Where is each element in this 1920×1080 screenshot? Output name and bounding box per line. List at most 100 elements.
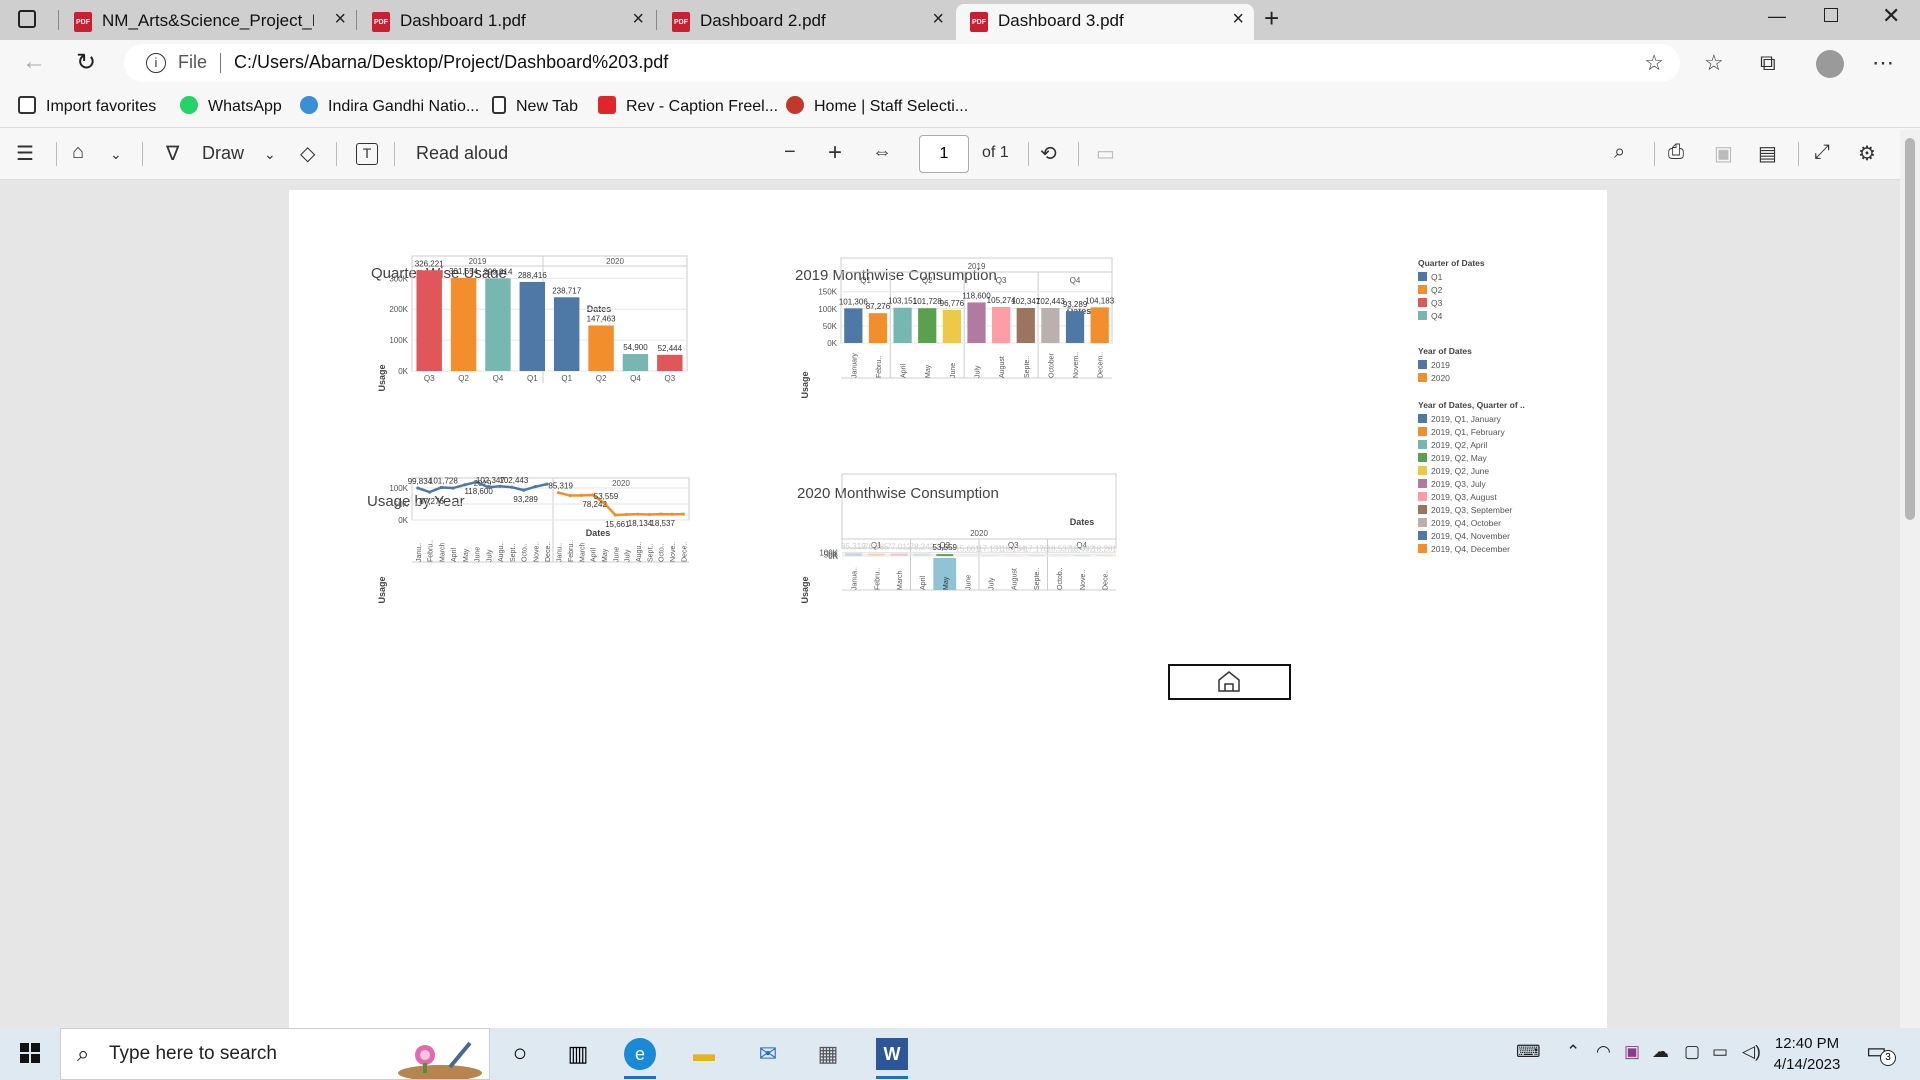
tab-dashboard-2[interactable]: PDF Dashboard 2.pdf × (658, 4, 954, 40)
legend-swatch (1418, 285, 1427, 294)
y-tick-label: 150K (818, 288, 837, 297)
home-button-frame[interactable] (1168, 664, 1291, 700)
close-icon[interactable]: × (932, 8, 944, 31)
highlight-icon[interactable]: ⌂ (72, 141, 84, 164)
favorite-label: Home | Staff Selecti... (814, 98, 969, 115)
tab-nm-arts-science[interactable]: PDF NM_Arts&Science_Project_Docur × (60, 4, 356, 40)
favorite-rev[interactable]: Rev - Caption Freel... (598, 96, 778, 116)
rotate-icon[interactable]: ⟲ (1040, 141, 1057, 166)
favorite-new-tab[interactable]: New Tab (492, 96, 578, 116)
save-icon[interactable]: ▣ (1714, 141, 1733, 166)
fullscreen-icon[interactable]: ⤢ (1814, 141, 1830, 164)
info-icon[interactable]: i (146, 53, 166, 73)
draw-button[interactable]: Draw (202, 143, 244, 164)
calculator-icon[interactable]: ▦ (812, 1038, 844, 1070)
close-icon[interactable]: × (334, 8, 346, 31)
new-tab-icon[interactable]: + (1264, 3, 1279, 34)
meet-now-icon[interactable]: ▢ (1684, 1042, 1700, 1062)
scrollbar-thumb[interactable] (1905, 138, 1915, 520)
task-view-icon[interactable]: ▥ (562, 1038, 594, 1070)
favorites-icon[interactable]: ☆ (1704, 50, 1724, 76)
y-tick-label: 200K (389, 305, 408, 314)
search-icon[interactable]: ⌕ (1614, 141, 1625, 164)
refresh-icon[interactable]: ↻ (76, 48, 96, 77)
y-tick-label: 50K (394, 500, 409, 509)
save-as-icon[interactable]: ▤ (1758, 141, 1777, 166)
x-tick-label: Augu.. (636, 542, 643, 562)
page-view-icon[interactable]: ▭ (1096, 141, 1115, 166)
group-label: 2019 (469, 257, 487, 266)
minimize-icon[interactable]: — (1768, 6, 1786, 27)
pdf-icon: PDF (672, 12, 690, 32)
file-explorer-icon[interactable]: ▬ (688, 1038, 720, 1070)
battery-icon[interactable]: ▭ (1712, 1042, 1728, 1062)
print-icon[interactable]: ⎙ (1668, 141, 1684, 164)
avatar[interactable] (1816, 50, 1844, 78)
onenote-icon[interactable]: ▣ (1624, 1042, 1640, 1062)
url-text[interactable]: C:/Users/Abarna/Desktop/Project/Dashboar… (234, 52, 668, 73)
close-icon[interactable]: × (1232, 8, 1244, 31)
volume-icon[interactable]: ◁) (1742, 1042, 1761, 1062)
favorite-whatsapp[interactable]: WhatsApp (180, 96, 282, 116)
search-placeholder[interactable]: Type here to search (109, 1043, 277, 1065)
collections-icon[interactable]: ⧉ (1760, 50, 1776, 76)
onedrive-icon[interactable]: ☁ (1652, 1042, 1669, 1062)
favorite-import[interactable]: Import favorites (18, 96, 156, 116)
wifi-icon[interactable]: ◠ (1596, 1042, 1611, 1062)
back-icon[interactable]: ← (22, 48, 46, 76)
bar (1090, 307, 1109, 343)
tab-actions-icon[interactable] (18, 10, 36, 28)
text-box-icon[interactable]: T (356, 143, 378, 165)
chart-title-2019-monthwise: 2019 Monthwise Consumption (795, 267, 997, 284)
legend-label: Q1 (1431, 272, 1443, 282)
clock-date: 4/14/2023 (1773, 1056, 1841, 1073)
cortana-icon[interactable]: ○ (504, 1038, 536, 1070)
toolbar-separator (336, 142, 337, 166)
tab-dashboard-3[interactable]: PDF Dashboard 3.pdf × (956, 4, 1254, 40)
x-tick-label: July (625, 549, 632, 562)
tab-label: Dashboard 2.pdf (700, 11, 826, 30)
chevron-down-icon[interactable]: ⌄ (110, 146, 122, 163)
pdf-icon: PDF (970, 12, 988, 32)
word-icon[interactable]: W (876, 1038, 908, 1070)
data-point (636, 512, 640, 516)
bar (1073, 555, 1091, 556)
close-icon[interactable]: × (632, 8, 644, 31)
fit-width-icon[interactable]: ⇔ (872, 141, 892, 164)
draw-icon[interactable]: ∇ (166, 141, 179, 166)
tab-dashboard-1[interactable]: PDF Dashboard 1.pdf × (358, 4, 654, 40)
scrollbar[interactable] (1900, 130, 1920, 1028)
url-box[interactable]: i File C:/Users/Abarna/Desktop/Project/D… (124, 44, 1680, 82)
favorite-ssc[interactable]: Home | Staff Selecti... (786, 96, 968, 116)
contents-icon[interactable]: ☰ (16, 141, 34, 166)
legend-label: 2019, Q4, October (1431, 518, 1501, 528)
clock[interactable]: 12:40 PM 4/14/2023 (1772, 1033, 1842, 1075)
more-icon[interactable]: ⋯ (1872, 50, 1894, 76)
tab-separator (58, 10, 59, 30)
mail-icon[interactable]: ✉ (752, 1038, 784, 1070)
page-number-input[interactable]: 1 (919, 135, 969, 173)
zoom-in-icon[interactable]: + (828, 139, 842, 167)
restore-icon[interactable] (1824, 8, 1838, 22)
legend-title-year: Year of Dates (1418, 346, 1472, 356)
chevron-down-icon[interactable]: ⌄ (264, 146, 276, 163)
taskbar-search[interactable]: ⌕ Type here to search (60, 1028, 490, 1080)
read-aloud-button[interactable]: Read aloud (416, 143, 508, 164)
add-favorite-icon[interactable]: ☆ (1644, 50, 1664, 76)
data-label: 18,281 (1092, 544, 1117, 553)
keyboard-icon[interactable]: ⌨ (1516, 1042, 1541, 1062)
window-close-icon[interactable]: ✕ (1882, 3, 1900, 29)
favorite-ignou[interactable]: Indira Gandhi Natio... (300, 96, 479, 116)
tab-separator (656, 10, 657, 30)
toolbar-separator (1654, 142, 1655, 166)
home-button[interactable] (1168, 664, 1291, 700)
data-label: 76,385 (864, 542, 889, 551)
edge-icon[interactable]: e (624, 1038, 656, 1070)
eraser-icon[interactable]: ◇ (300, 141, 315, 166)
chevron-up-icon[interactable]: ⌃ (1566, 1042, 1580, 1062)
settings-icon[interactable]: ⚙ (1858, 141, 1876, 166)
data-point (557, 491, 561, 495)
x-tick-label: June (966, 575, 973, 590)
windows-start-icon[interactable] (20, 1043, 40, 1063)
zoom-out-icon[interactable]: − (784, 141, 796, 164)
